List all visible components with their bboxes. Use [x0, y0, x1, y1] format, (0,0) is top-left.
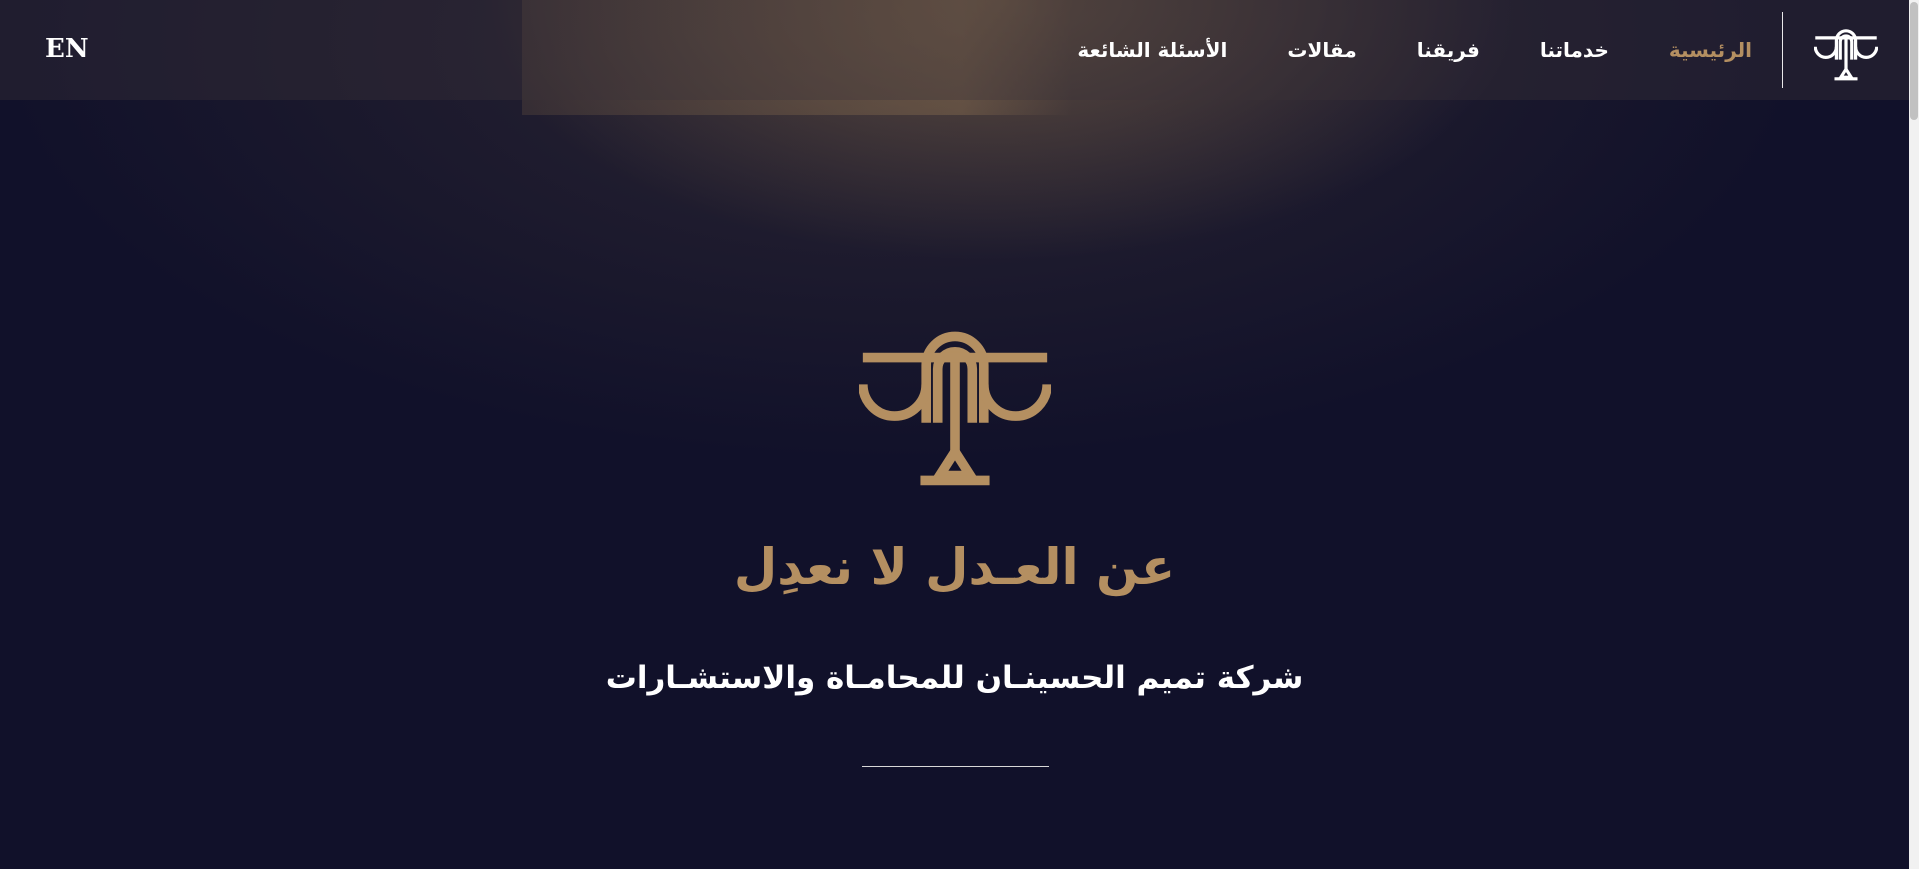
scales-of-justice-icon	[859, 331, 1051, 486]
main-nav: الرئيسية خدماتنا فريقنا مقالات الأسئلة ا…	[1017, 38, 1752, 62]
hero-section: عن العـدل لا نعدِل شركة تميم الحسينـان ل…	[0, 0, 1909, 869]
header-logo[interactable]	[1783, 0, 1909, 100]
nav-team[interactable]: فريقنا	[1417, 38, 1480, 62]
scales-of-justice-icon	[1814, 29, 1878, 81]
hero-subtitle: شركة تميم الحسينـان للمحامـاة والاستشـار…	[605, 660, 1304, 696]
hero-divider	[862, 766, 1049, 767]
language-toggle[interactable]: EN	[45, 34, 89, 64]
page: الرئيسية خدماتنا فريقنا مقالات الأسئلة ا…	[0, 0, 1919, 869]
nav-services[interactable]: خدماتنا	[1540, 38, 1609, 62]
header-divider	[1782, 12, 1783, 88]
nav-articles[interactable]: مقالات	[1287, 38, 1356, 62]
nav-home[interactable]: الرئيسية	[1669, 38, 1752, 62]
top-navbar: الرئيسية خدماتنا فريقنا مقالات الأسئلة ا…	[0, 0, 1909, 100]
scrollbar[interactable]	[1909, 0, 1919, 869]
nav-faq[interactable]: الأسئلة الشائعة	[1077, 38, 1227, 62]
scrollbar-thumb[interactable]	[1910, 2, 1918, 120]
hero-title: عن العـدل لا نعدِل	[733, 538, 1176, 596]
